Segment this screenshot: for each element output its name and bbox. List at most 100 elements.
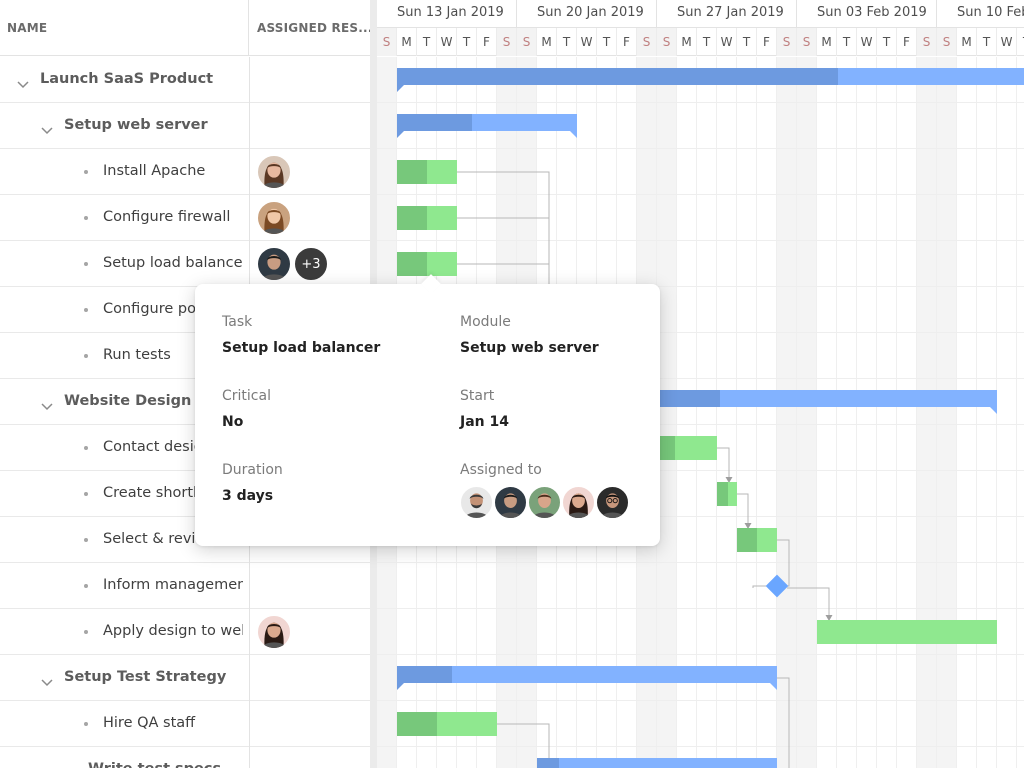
task-name[interactable]: Setup Test Strategy (64, 655, 243, 700)
task-bar[interactable] (717, 482, 737, 506)
task-row[interactable]: Configure firewall (0, 195, 370, 241)
summary-task-bar[interactable] (537, 758, 777, 768)
day-header: W (717, 28, 737, 56)
avatar[interactable] (257, 247, 291, 281)
task-row[interactable]: Setup Test Strategy (0, 655, 370, 701)
avatar[interactable] (494, 486, 527, 519)
day-header: S (637, 28, 657, 56)
task-name[interactable]: Inform managemen... (103, 563, 243, 608)
column-divider (249, 563, 250, 609)
task-bar[interactable] (397, 252, 457, 276)
assigned-resources (257, 155, 294, 189)
bullet-icon (84, 216, 88, 220)
progress-fill (397, 666, 452, 683)
task-name[interactable]: Hire QA staff (103, 701, 243, 746)
task-name[interactable]: Write test specs (88, 747, 243, 768)
day-header: T (1017, 28, 1024, 56)
column-header-name[interactable]: NAME (0, 0, 249, 56)
bullet-icon (84, 308, 88, 312)
chevron-down-icon[interactable] (17, 75, 29, 89)
avatar[interactable] (562, 486, 595, 519)
chevron-down-icon[interactable] (41, 121, 53, 135)
task-name[interactable]: Launch SaaS Product (40, 57, 243, 102)
task-row[interactable]: Hire QA staff (0, 701, 370, 747)
week-header: Sun 27 Jan 2019 (657, 0, 797, 28)
avatar[interactable] (257, 155, 291, 189)
column-divider (249, 701, 250, 747)
day-header: T (737, 28, 757, 56)
task-tooltip: Task Setup load balancer Module Setup we… (195, 274, 660, 546)
day-header: F (757, 28, 777, 56)
task-bar[interactable] (737, 528, 777, 552)
task-name[interactable]: Setup load balancer (103, 241, 243, 286)
task-row[interactable]: Launch SaaS Product (0, 57, 370, 103)
day-header: T (557, 28, 577, 56)
bar-start-tab (397, 85, 404, 92)
bar-start-tab (397, 683, 404, 690)
task-bar[interactable] (817, 620, 997, 644)
summary-task-bar[interactable] (397, 114, 577, 138)
week-header: Sun 03 Feb 2019 (797, 0, 937, 28)
task-row[interactable]: Apply design to web ... (0, 609, 370, 655)
task-row[interactable]: Setup load balancer +3 (0, 241, 370, 287)
tooltip-start-value: Jan 14 (460, 414, 509, 430)
column-divider (249, 103, 250, 149)
avatar[interactable] (528, 486, 561, 519)
column-divider (249, 241, 250, 287)
summary-task-bar[interactable] (397, 666, 777, 690)
day-header: S (917, 28, 937, 56)
task-row[interactable]: Install Apache (0, 149, 370, 195)
task-bar[interactable] (397, 206, 457, 230)
column-divider (249, 195, 250, 241)
day-header: S (937, 28, 957, 56)
tooltip-start-label: Start (460, 388, 495, 404)
task-name[interactable]: Install Apache (103, 149, 243, 194)
avatar[interactable] (596, 486, 629, 519)
day-header: S (377, 28, 397, 56)
day-header: S (777, 28, 797, 56)
avatar[interactable] (257, 201, 291, 235)
avatar[interactable] (460, 486, 493, 519)
progress-fill (537, 758, 559, 768)
more-assignees-badge[interactable]: +3 (294, 247, 328, 281)
tooltip-module-value: Setup web server (460, 340, 599, 356)
column-header-assigned-resources[interactable]: ASSIGNED RES... (250, 0, 370, 56)
chevron-down-icon[interactable] (41, 397, 53, 411)
progress-fill (397, 252, 427, 276)
bullet-icon (84, 170, 88, 174)
task-row[interactable]: Write test specs (0, 747, 370, 768)
task-name[interactable]: Apply design to web ... (103, 609, 243, 654)
column-divider (249, 609, 250, 655)
task-bar[interactable] (397, 160, 457, 184)
tooltip-assigned-avatars (460, 486, 660, 519)
tooltip-assigned: Assigned to (460, 462, 660, 519)
progress-fill (397, 114, 472, 131)
summary-task-bar[interactable] (397, 68, 1024, 92)
day-header: W (437, 28, 457, 56)
bullet-icon (84, 354, 88, 358)
bar-start-tab (397, 131, 404, 138)
week-header: Sun 13 Jan 2019 (377, 0, 517, 28)
tooltip-task: Task Setup load balancer (222, 314, 422, 356)
task-bar[interactable] (397, 712, 497, 736)
avatar[interactable] (257, 615, 291, 649)
chevron-down-icon[interactable] (41, 673, 53, 687)
day-header: T (417, 28, 437, 56)
bar-end-tab (570, 131, 577, 138)
day-header: S (497, 28, 517, 56)
task-row[interactable]: Setup web server (0, 103, 370, 149)
tooltip-critical-value: No (222, 414, 244, 430)
dependency-line (787, 587, 830, 621)
day-header: S (657, 28, 677, 56)
assigned-resources (257, 615, 294, 649)
day-header: F (477, 28, 497, 56)
task-name[interactable]: Configure firewall (103, 195, 243, 240)
timeline-header: Sun 13 Jan 2019 Sun 20 Jan 2019 Sun 27 Jan… (377, 0, 1024, 56)
task-name[interactable]: Setup web server (64, 103, 243, 148)
gantt-app: NAME ASSIGNED RES... Launch SaaS Product… (0, 0, 1024, 768)
column-divider (249, 57, 250, 103)
summary-task-bar[interactable] (637, 390, 997, 414)
task-row[interactable]: Inform managemen... (0, 563, 370, 609)
progress-fill (397, 160, 427, 184)
progress-fill (737, 528, 757, 552)
